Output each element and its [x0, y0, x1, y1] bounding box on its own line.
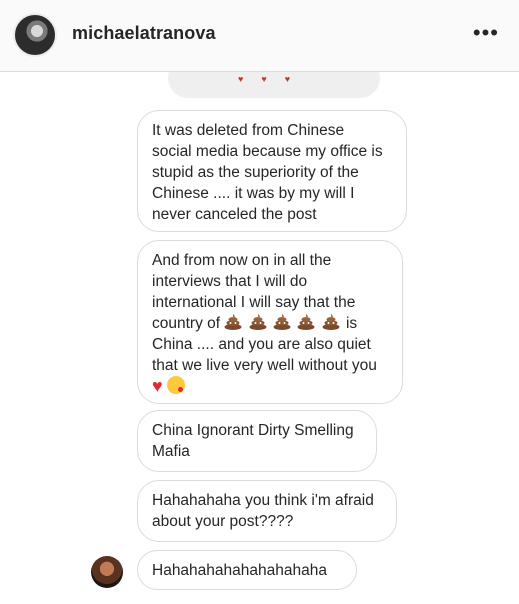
face-blowing-kiss-icon	[166, 376, 185, 394]
message-line: international I will say that the	[152, 294, 356, 311]
chat-header: michaelatranova •••	[0, 0, 519, 72]
message-bubble[interactable]: It was deleted from Chinese social media…	[137, 110, 407, 232]
emoji-row-partial: ♥♥♥	[238, 74, 309, 84]
message-line: And from now on in all the	[152, 252, 332, 269]
message-line: China Ignorant Dirty Smelling	[152, 422, 354, 439]
message-line-with-emoji: country of is	[152, 313, 388, 334]
previous-message-partial: stefanogabbana ♥♥♥	[168, 72, 380, 98]
emoji-line: ♥	[152, 376, 388, 397]
poop-emoji-icon	[273, 313, 291, 330]
message-bubble[interactable]: China Ignorant Dirty Smelling Mafia	[137, 410, 377, 472]
message-thread[interactable]: stefanogabbana ♥♥♥ It was deleted from C…	[0, 72, 519, 604]
message-line: Mafia	[152, 443, 190, 460]
more-horizontal-icon[interactable]: •••	[473, 22, 499, 44]
poop-emoji-icon	[224, 313, 242, 330]
message-text: country of	[152, 315, 221, 332]
profile-avatar[interactable]	[13, 13, 57, 57]
poop-emoji-icon	[297, 313, 315, 330]
message-bubble[interactable]: Hahahahahahahahahaha	[137, 550, 357, 590]
message-line: interviews that I will do	[152, 273, 308, 290]
message-line: Hahahahahahahahahaha	[152, 562, 327, 579]
sender-avatar[interactable]	[91, 556, 123, 588]
message-line: about your post????	[152, 513, 294, 530]
message-line: China .... and you are also quiet	[152, 336, 371, 353]
message-line: never canceled the post	[152, 206, 317, 223]
poop-emoji-icon	[322, 313, 340, 330]
username[interactable]: michaelatranova	[72, 23, 216, 44]
message-line: Hahahahaha you think i'm afraid	[152, 492, 374, 509]
message-line: stupid as the superiority of the	[152, 164, 359, 181]
message-line: social media because my office is	[152, 143, 383, 160]
message-bubble[interactable]: And from now on in all the interviews th…	[137, 240, 403, 404]
red-heart-icon: ♥	[152, 376, 163, 396]
message-text: is	[345, 315, 358, 332]
message-line: Chinese .... it was by my will I	[152, 185, 355, 202]
message-bubble[interactable]: Hahahahaha you think i'm afraid about yo…	[137, 480, 397, 542]
poop-emoji-icon	[249, 313, 267, 330]
message-line: that we live very well without you	[152, 357, 377, 374]
message-line: It was deleted from Chinese	[152, 122, 345, 139]
